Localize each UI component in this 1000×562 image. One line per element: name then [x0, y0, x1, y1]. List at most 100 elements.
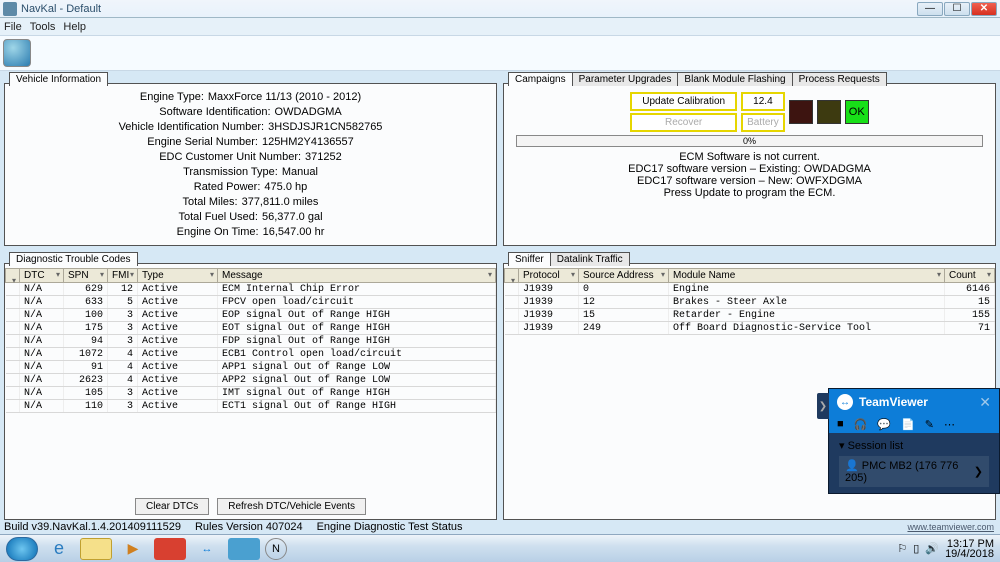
- info-label: Software Identification:: [159, 105, 270, 119]
- info-value: 475.0 hp: [260, 180, 307, 194]
- tv-audio-icon[interactable]: 🎧: [854, 418, 868, 431]
- info-label: Engine Type:: [140, 90, 204, 104]
- tab-campaigns[interactable]: Campaigns: [508, 72, 573, 86]
- tv-more-icon[interactable]: ⋯: [944, 418, 955, 431]
- menu-tools[interactable]: Tools: [30, 21, 56, 33]
- table-row[interactable]: N/A1053ActiveIMT signal Out of Range HIG…: [6, 387, 496, 400]
- info-label: EDC Customer Unit Number:: [159, 150, 301, 164]
- teamviewer-link[interactable]: www.teamviewer.com: [907, 522, 994, 532]
- table-row[interactable]: N/A943ActiveFDP signal Out of Range HIGH: [6, 335, 496, 348]
- taskbar-ie-icon[interactable]: e: [43, 538, 75, 560]
- table-row[interactable]: N/A62912ActiveECM Internal Chip Error: [6, 283, 496, 296]
- table-row[interactable]: N/A1003ActiveEOP signal Out of Range HIG…: [6, 309, 496, 322]
- dtc-col-2[interactable]: SPN▾: [64, 269, 108, 283]
- table-row[interactable]: N/A1103ActiveECT1 signal Out of Range HI…: [6, 400, 496, 413]
- taskbar-app2-icon[interactable]: [228, 538, 260, 560]
- close-button[interactable]: ✕: [971, 2, 997, 16]
- table-row[interactable]: J19390Engine6146: [505, 283, 995, 296]
- tray-volume-icon[interactable]: 🔊: [925, 542, 939, 555]
- teamviewer-panel[interactable]: ❯ ↔ TeamViewer ✕ ■ 🎧 💬 📄 ✎ ⋯ ▾ Session l…: [828, 388, 1000, 494]
- table-row[interactable]: N/A6335ActiveFPCV open load/circuit: [6, 296, 496, 309]
- teamviewer-logo-icon: ↔: [837, 394, 853, 410]
- tray-date[interactable]: 19/4/2018: [945, 549, 994, 559]
- tv-file-icon[interactable]: 📄: [901, 418, 915, 431]
- table-row[interactable]: J1939249Off Board Diagnostic-Service Too…: [505, 322, 995, 335]
- dtc-table: ▾DTC▾SPN▾FMI▾Type▾Message▾ N/A62912Activ…: [5, 268, 496, 413]
- dtc-panel: Diagnostic Trouble Codes ▾DTC▾SPN▾FMI▾Ty…: [4, 263, 497, 520]
- snf-col-0[interactable]: ▾: [505, 269, 519, 283]
- table-row[interactable]: N/A26234ActiveAPP2 signal Out of Range L…: [6, 374, 496, 387]
- start-button[interactable]: [6, 537, 38, 561]
- status-diag: Engine Diagnostic Test Status: [317, 521, 463, 533]
- tab-vehicle-info[interactable]: Vehicle Information: [9, 72, 108, 86]
- app-icon: [3, 2, 17, 16]
- table-row[interactable]: J193912Brakes - Steer Axle15: [505, 296, 995, 309]
- minimize-button[interactable]: —: [917, 2, 943, 16]
- tray-time[interactable]: 13:17 PM: [945, 539, 994, 549]
- tray-network-icon[interactable]: ▯: [913, 542, 919, 555]
- dtc-col-5[interactable]: Message▾: [218, 269, 496, 283]
- info-label: Rated Power:: [194, 180, 261, 194]
- tab-sniffer[interactable]: Sniffer: [508, 252, 551, 266]
- info-value: 56,377.0 gal: [258, 210, 323, 224]
- menu-help[interactable]: Help: [63, 21, 86, 33]
- maximize-button[interactable]: ☐: [944, 2, 970, 16]
- sniffer-table: ▾Protocol▾Source Address▾Module Name▾Cou…: [504, 268, 995, 335]
- taskbar-app1-icon[interactable]: [154, 538, 186, 560]
- tab-process-requests[interactable]: Process Requests: [792, 72, 887, 86]
- tv-section-label: Session list: [848, 440, 904, 452]
- tab-param-upgrades[interactable]: Parameter Upgrades: [572, 72, 679, 86]
- info-value: Manual: [278, 165, 318, 179]
- update-calibration-button[interactable]: Update Calibration: [630, 92, 737, 111]
- taskbar-teamviewer-icon[interactable]: ↔: [191, 538, 223, 560]
- snf-col-4[interactable]: Count▾: [945, 269, 995, 283]
- tv-chat-icon[interactable]: 💬: [877, 418, 891, 431]
- dtc-col-1[interactable]: DTC▾: [20, 269, 64, 283]
- voltage-label: Battery: [741, 113, 785, 132]
- snf-col-3[interactable]: Module Name▾: [669, 269, 945, 283]
- vehicle-info-panel: Vehicle Information Engine Type:MaxxForc…: [4, 83, 497, 246]
- dtc-col-4[interactable]: Type▾: [138, 269, 218, 283]
- window-title: NavKal - Default: [21, 3, 101, 15]
- info-label: Transmission Type:: [183, 165, 278, 179]
- info-value: 371252: [301, 150, 342, 164]
- table-row[interactable]: J193915Retarder - Engine155: [505, 309, 995, 322]
- progress-bar: 0%: [516, 135, 983, 147]
- teamviewer-title: TeamViewer: [859, 395, 928, 409]
- tv-session-item[interactable]: 👤 PMC MB2 (176 776 205)❯: [839, 456, 989, 487]
- menubar: File Tools Help: [0, 18, 1000, 35]
- taskbar-navkal-icon[interactable]: N: [265, 538, 287, 560]
- tab-dtc[interactable]: Diagnostic Trouble Codes: [9, 252, 138, 266]
- status-yellow-icon: [817, 100, 841, 124]
- info-value: OWDADGMA: [271, 105, 342, 119]
- globe-icon[interactable]: [3, 39, 31, 67]
- tray-flag-icon[interactable]: ⚐: [897, 542, 907, 555]
- window-titlebar: NavKal - Default — ☐ ✕: [0, 0, 1000, 18]
- taskbar-media-icon[interactable]: ▶: [117, 538, 149, 560]
- snf-col-1[interactable]: Protocol▾: [519, 269, 579, 283]
- taskbar: e ▶ ↔ N ⚐ ▯ 🔊 13:17 PM 19/4/2018: [0, 534, 1000, 562]
- tab-datalink[interactable]: Datalink Traffic: [550, 252, 630, 266]
- refresh-dtc-button[interactable]: Refresh DTC/Vehicle Events: [217, 498, 366, 515]
- status-build: Build v39.NavKal.1.4.201409111529: [4, 521, 181, 533]
- table-row[interactable]: N/A10724ActiveECB1 Control open load/cir…: [6, 348, 496, 361]
- info-value: 16,547.00 hr: [259, 225, 325, 239]
- tab-blank-flashing[interactable]: Blank Module Flashing: [677, 72, 792, 86]
- dtc-col-3[interactable]: FMI▾: [108, 269, 138, 283]
- recover-button[interactable]: Recover: [630, 113, 737, 132]
- info-value: 377,811.0 miles: [238, 195, 319, 209]
- tv-close-icon[interactable]: ✕: [979, 394, 991, 411]
- menu-file[interactable]: File: [4, 21, 22, 33]
- taskbar-explorer-icon[interactable]: [80, 538, 112, 560]
- table-row[interactable]: N/A914ActiveAPP1 signal Out of Range LOW: [6, 361, 496, 374]
- snf-col-2[interactable]: Source Address▾: [579, 269, 669, 283]
- camp-msg-3: EDC17 software version – New: OWFXDGMA: [516, 175, 983, 187]
- tv-video-icon[interactable]: ■: [837, 418, 844, 430]
- table-row[interactable]: N/A1753ActiveEOT signal Out of Range HIG…: [6, 322, 496, 335]
- clear-dtcs-button[interactable]: Clear DTCs: [135, 498, 209, 515]
- info-value: 3HSDJSJR1CN582765: [264, 120, 382, 134]
- tv-draw-icon[interactable]: ✎: [925, 418, 934, 431]
- dtc-col-0[interactable]: ▾: [6, 269, 20, 283]
- toolbar: [0, 35, 1000, 71]
- tv-collapse-icon[interactable]: ❯: [817, 393, 829, 419]
